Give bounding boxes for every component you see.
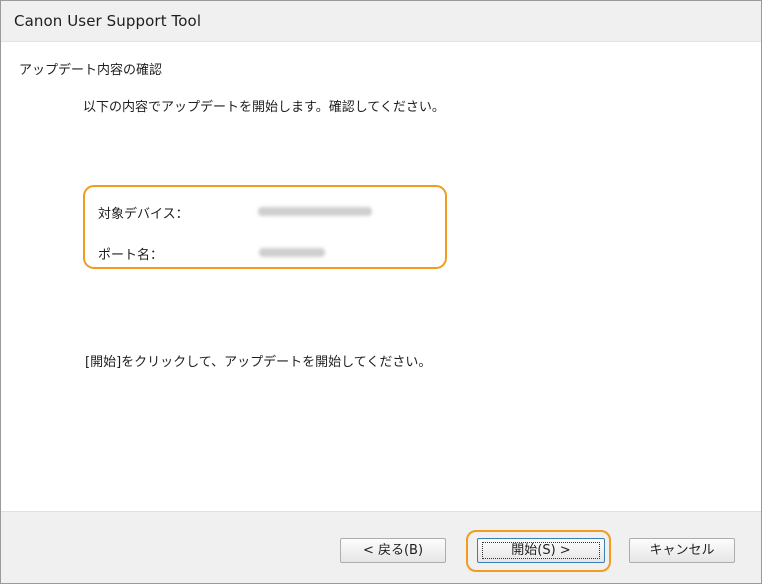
start-button[interactable]: 開始(S) > <box>477 538 605 563</box>
cancel-button[interactable]: キャンセル <box>629 538 735 563</box>
start-button-label: 開始(S) > <box>511 543 571 558</box>
target-device-label: 対象デバイス： <box>98 207 189 222</box>
click-instruction-text: [開始]をクリックして、アップデートを開始してください。 <box>85 355 432 370</box>
page-title: アップデート内容の確認 <box>19 63 163 78</box>
target-device-value <box>258 207 372 216</box>
port-name-value <box>259 248 325 257</box>
back-button[interactable]: < 戻る(B) <box>340 538 446 563</box>
instruction-text: 以下の内容でアップデートを開始します。確認してください。 <box>83 100 445 115</box>
window-title: Canon User Support Tool <box>14 12 202 30</box>
title-bar: Canon User Support Tool <box>1 1 761 42</box>
support-tool-window: Canon User Support Tool アップデート内容の確認 以下の内… <box>0 0 762 584</box>
port-name-label: ポート名： <box>98 248 164 263</box>
